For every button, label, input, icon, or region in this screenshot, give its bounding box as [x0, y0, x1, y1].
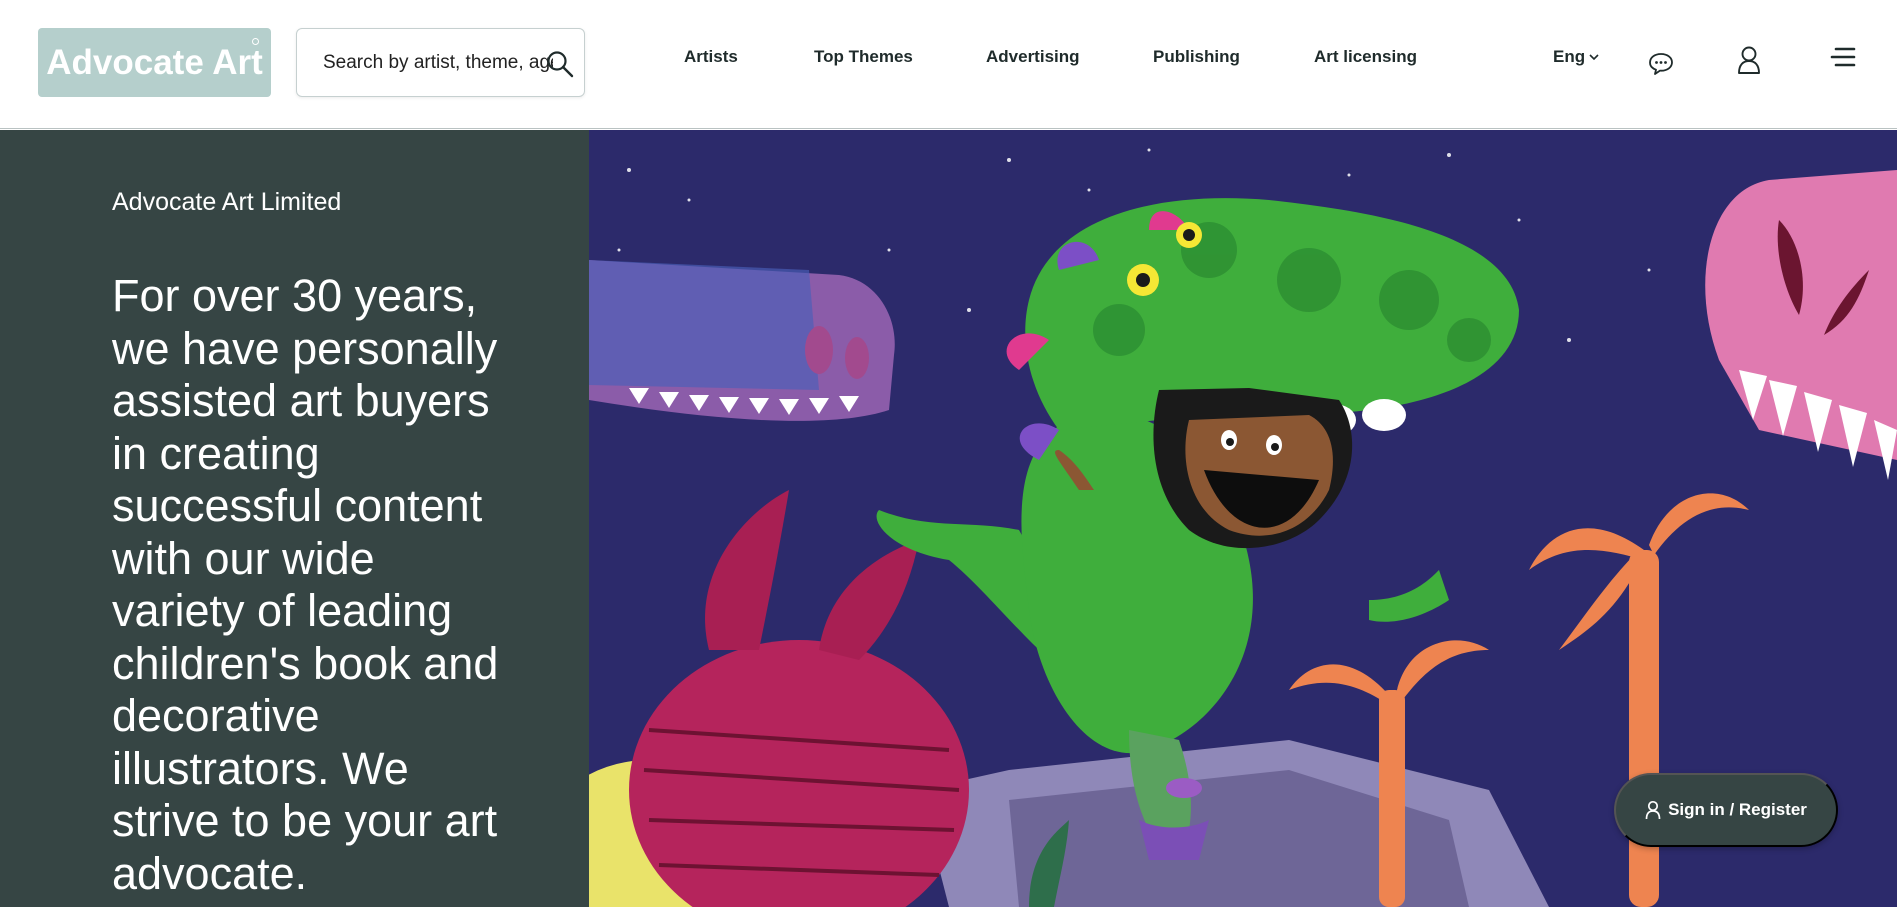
site-header: Advocate Art Artists Top Themes Advertis…	[0, 0, 1897, 129]
search-input[interactable]	[323, 49, 553, 77]
menu-icon[interactable]	[1830, 46, 1856, 68]
search-box	[296, 28, 585, 97]
hero-headline: For over 30 years, we have personally as…	[112, 270, 499, 899]
sign-in-register-button[interactable]: Sign in / Register	[1614, 773, 1838, 847]
logo-text: Advocate Art	[46, 42, 263, 82]
logo[interactable]: Advocate Art	[38, 28, 271, 97]
chevron-down-icon	[1589, 54, 1599, 61]
user-icon[interactable]	[1737, 45, 1761, 75]
language-selector[interactable]: Eng	[1553, 47, 1600, 67]
language-label: Eng	[1553, 47, 1586, 66]
intro-panel: Advocate Art Limited For over 30 years, …	[0, 130, 589, 907]
chat-icon[interactable]	[1648, 52, 1674, 76]
nav-art-licensing[interactable]: Art licensing	[1314, 47, 1417, 71]
nav-advertising[interactable]: Advertising	[986, 47, 1080, 71]
sign-in-label: Sign in / Register	[1668, 800, 1807, 819]
registered-mark-icon	[252, 38, 259, 45]
user-icon	[1645, 800, 1661, 820]
company-name: Advocate Art Limited	[112, 188, 342, 216]
nav-artists[interactable]: Artists	[684, 47, 738, 71]
nav-top-themes[interactable]: Top Themes	[814, 47, 913, 71]
search-icon[interactable]	[545, 49, 575, 79]
nav-publishing[interactable]: Publishing	[1153, 47, 1240, 71]
